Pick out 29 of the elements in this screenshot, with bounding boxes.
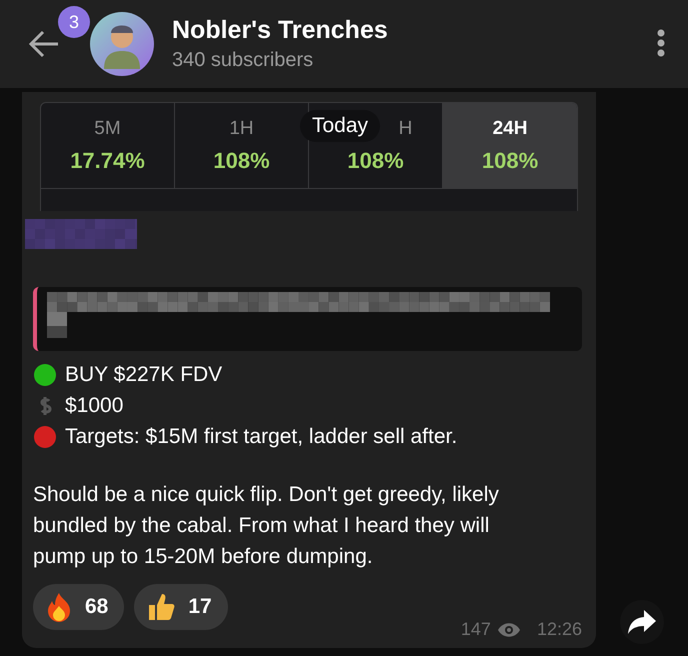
change-value: 17.74% <box>70 148 145 174</box>
fire-icon <box>45 592 73 622</box>
thumbs-up-icon <box>146 592 176 622</box>
period-label: 24H <box>492 118 528 140</box>
message-text: Should be a nice quick flip. Don't get greedy, likely bundled by the cabal. From what I heard they will pump up to 15-20M before dumping. <box>33 482 500 570</box>
message-line: Targets: $15M first target, ladder sell after. <box>65 425 458 449</box>
reaction-chip[interactable]: 68 <box>33 584 124 630</box>
forward-button[interactable] <box>620 600 664 644</box>
stats-tab[interactable]: 24H 108% <box>443 103 577 189</box>
unread-badge: 3 <box>58 6 90 38</box>
stats-tab[interactable]: 5M 17.74% <box>41 103 175 189</box>
change-value: 108% <box>482 148 538 174</box>
message-line: BUY $227K FDV <box>65 363 222 387</box>
channel-title: Nobler's Trenches <box>172 16 389 45</box>
subscriber-count: 340 subscribers <box>172 49 314 72</box>
message-time: 12:26 <box>536 619 582 640</box>
message-line: $1000 <box>65 394 124 418</box>
change-value: 108% <box>347 148 404 174</box>
share-arrow-icon[interactable] <box>627 609 657 635</box>
date-pill: Today <box>300 110 380 142</box>
period-label: H <box>398 118 412 140</box>
reaction-chip[interactable]: 17 <box>134 584 228 630</box>
view-count: 147 <box>460 619 491 640</box>
target-dot-icon <box>33 425 57 449</box>
change-value: 108% <box>213 148 270 174</box>
eye-icon <box>496 622 521 638</box>
period-label: 5M <box>94 118 121 140</box>
buy-dot-icon <box>33 363 57 387</box>
period-label: 1H <box>229 118 254 140</box>
